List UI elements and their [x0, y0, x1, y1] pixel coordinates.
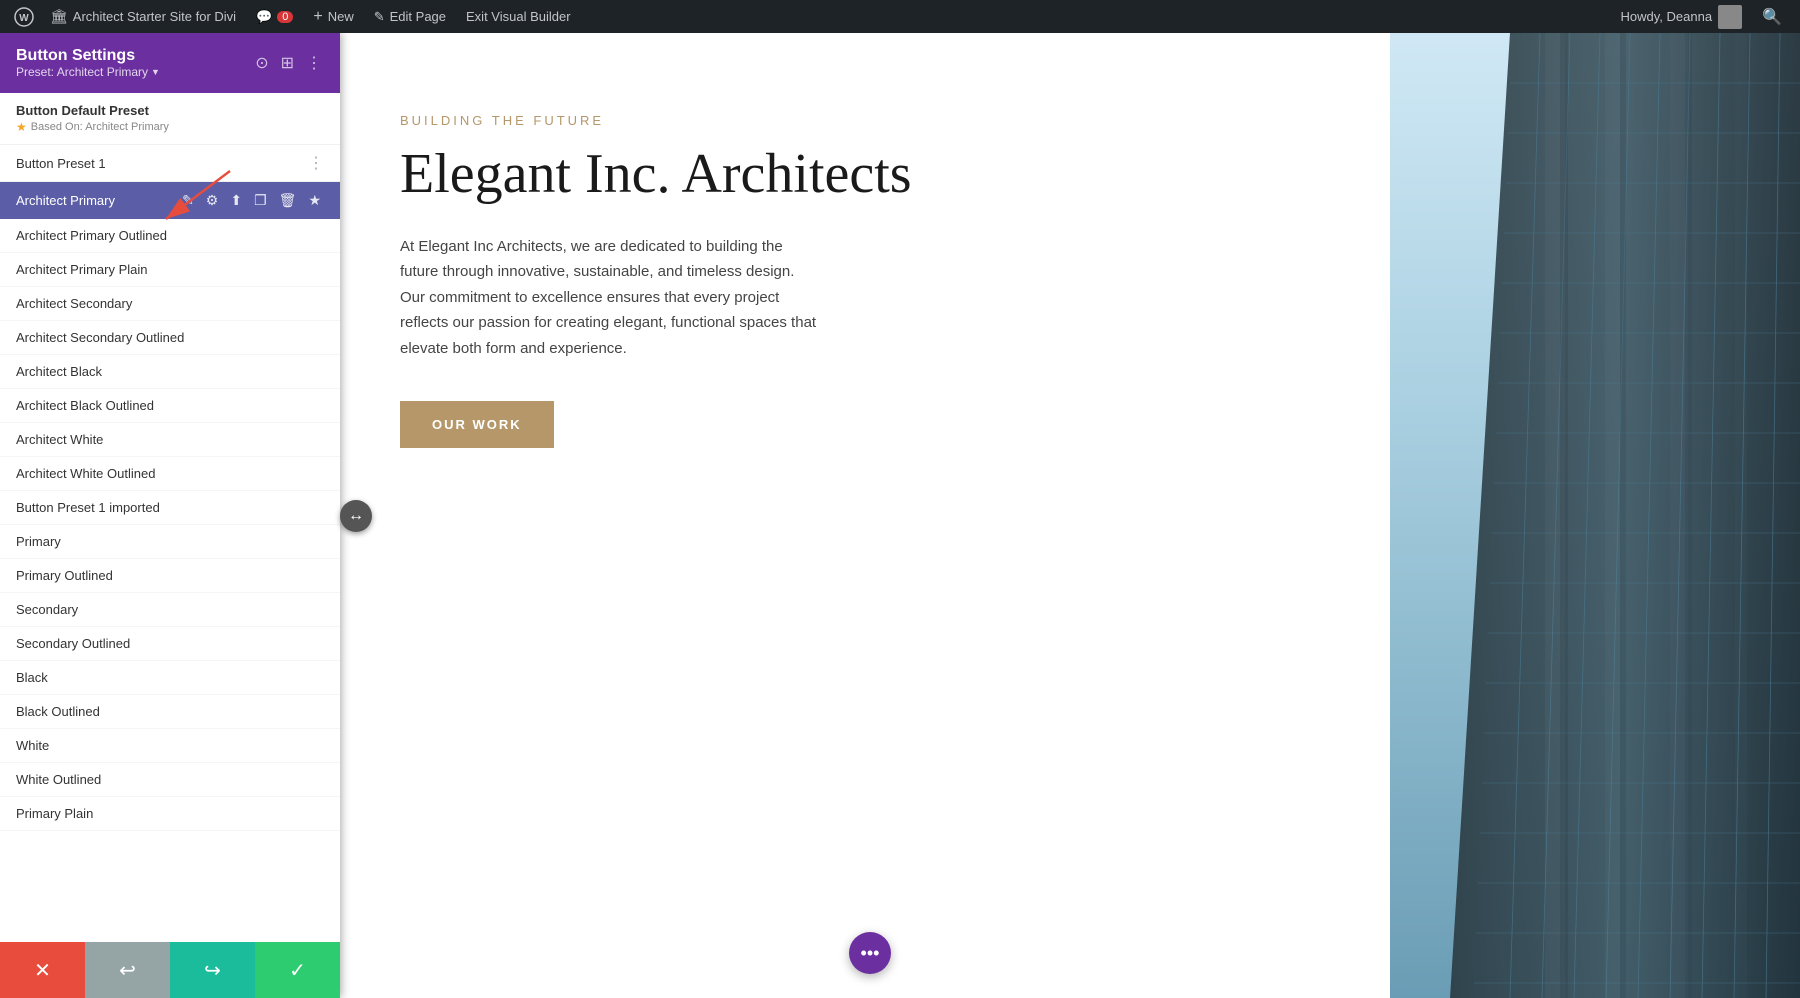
button-preset-1-row[interactable]: Button Preset 1 ⋮: [0, 145, 340, 182]
svg-text:W: W: [19, 13, 29, 24]
preset-item-5[interactable]: Architect Black Outlined: [0, 389, 340, 423]
redo-button[interactable]: ↪: [170, 942, 255, 998]
active-preset-label: Architect Primary: [16, 193, 179, 208]
default-preset-section: Button Default Preset ★ Based On: Archit…: [0, 93, 340, 145]
preset-item-0[interactable]: Architect Primary Outlined: [0, 219, 340, 253]
main-layout: Button Settings Preset: Architect Primar…: [0, 33, 1800, 998]
fab-dots-icon: •••: [861, 943, 880, 964]
user-avatar: [1718, 5, 1742, 29]
preset-item-9[interactable]: Primary: [0, 525, 340, 559]
preset-item-11[interactable]: Secondary: [0, 593, 340, 627]
upload-preset-icon[interactable]: ⬆: [227, 190, 245, 211]
preset-item-15[interactable]: White: [0, 729, 340, 763]
preset-1-more-icon[interactable]: ⋮: [308, 153, 324, 173]
focus-icon[interactable]: ⊙: [253, 51, 270, 75]
preset-item-8[interactable]: Button Preset 1 imported: [0, 491, 340, 525]
cancel-button[interactable]: ✕: [0, 942, 85, 998]
copy-preset-icon[interactable]: ❐: [251, 190, 270, 211]
active-preset-row[interactable]: Architect Primary ✎ ⚙ ⬆ ❐ 🗑 ★: [0, 182, 340, 219]
pencil-icon: ✎: [374, 9, 385, 25]
page-preview: BUILDING THE FUTURE Elegant Inc. Archite…: [340, 33, 1800, 998]
fab-button[interactable]: •••: [849, 932, 891, 974]
panel-header: Button Settings Preset: Architect Primar…: [0, 33, 340, 93]
default-preset-title: Button Default Preset: [16, 103, 324, 118]
preset-item-6[interactable]: Architect White: [0, 423, 340, 457]
star-icon: ★: [16, 120, 27, 134]
resize-handle[interactable]: ↔: [340, 500, 372, 532]
bottom-toolbar: ✕ ↩ ↪ ✓: [0, 942, 340, 998]
preset-item-2[interactable]: Architect Secondary: [0, 287, 340, 321]
save-icon: ✓: [289, 958, 306, 983]
edit-page-link[interactable]: ✎ Edit Page: [364, 0, 456, 33]
preset-item-12[interactable]: Secondary Outlined: [0, 627, 340, 661]
preset-item-13[interactable]: Black: [0, 661, 340, 695]
preset-item-14[interactable]: Black Outlined: [0, 695, 340, 729]
preset-item-17[interactable]: Primary Plain: [0, 797, 340, 831]
image-panel: [1390, 33, 1800, 998]
exit-builder-link[interactable]: Exit Visual Builder: [456, 0, 581, 33]
delete-preset-icon[interactable]: 🗑: [276, 190, 300, 211]
preset-items-container: Architect Primary OutlinedArchitect Prim…: [0, 219, 340, 831]
preset-item-7[interactable]: Architect White Outlined: [0, 457, 340, 491]
search-button[interactable]: 🔍: [1752, 7, 1792, 27]
panel-title: Button Settings: [16, 47, 160, 65]
comments-link[interactable]: 💬 0: [246, 0, 303, 33]
preset-action-icons: ✎ ⚙ ⬆ ❐ 🗑 ★: [179, 190, 324, 211]
architect-site-icon: 🏛: [50, 8, 68, 25]
panel-header-left: Button Settings Preset: Architect Primar…: [16, 47, 160, 79]
wp-logo[interactable]: W: [8, 0, 40, 33]
plus-icon: +: [313, 8, 322, 26]
howdy-text: Howdy, Deanna: [1611, 5, 1753, 29]
preset-dropdown[interactable]: Preset: Architect Primary: [16, 65, 160, 79]
page-description: At Elegant Inc Architects, we are dedica…: [400, 234, 820, 362]
redo-icon: ↪: [204, 958, 221, 983]
comment-icon: 💬: [256, 9, 272, 25]
building-image: [1390, 33, 1800, 998]
panel-header-right: ⊙ ⊞ ⋮: [253, 51, 324, 75]
page-content-area: BUILDING THE FUTURE Elegant Inc. Archite…: [340, 33, 1400, 998]
more-options-icon[interactable]: ⋮: [304, 51, 324, 75]
wp-admin-bar: W 🏛 Architect Starter Site for Divi 💬 0 …: [0, 0, 1800, 33]
preset-item-3[interactable]: Architect Secondary Outlined: [0, 321, 340, 355]
cancel-icon: ✕: [34, 958, 51, 983]
edit-preset-icon[interactable]: ✎: [179, 190, 197, 211]
site-name-link[interactable]: 🏛 Architect Starter Site for Divi: [40, 0, 246, 33]
preset-list-container: Button Default Preset ★ Based On: Archit…: [0, 93, 340, 942]
columns-icon[interactable]: ⊞: [279, 51, 296, 75]
star-preset-icon[interactable]: ★: [305, 190, 324, 211]
undo-button[interactable]: ↩: [85, 942, 170, 998]
page-inner: BUILDING THE FUTURE Elegant Inc. Archite…: [340, 33, 1400, 508]
left-panel: Button Settings Preset: Architect Primar…: [0, 33, 340, 998]
default-preset-sub: ★ Based On: Architect Primary: [16, 120, 324, 134]
preset-item-4[interactable]: Architect Black: [0, 355, 340, 389]
settings-preset-icon[interactable]: ⚙: [203, 190, 222, 211]
resize-icon: ↔: [348, 507, 364, 525]
undo-icon: ↩: [119, 958, 136, 983]
page-title: Elegant Inc. Architects: [400, 144, 1340, 206]
our-work-button[interactable]: OUR WORK: [400, 401, 554, 448]
preset-item-16[interactable]: White Outlined: [0, 763, 340, 797]
new-content-link[interactable]: + New: [303, 0, 363, 33]
button-preset-1-label: Button Preset 1: [16, 156, 106, 171]
preset-item-1[interactable]: Architect Primary Plain: [0, 253, 340, 287]
save-button[interactable]: ✓: [255, 942, 340, 998]
page-subtitle: BUILDING THE FUTURE: [400, 113, 1340, 128]
preset-item-10[interactable]: Primary Outlined: [0, 559, 340, 593]
